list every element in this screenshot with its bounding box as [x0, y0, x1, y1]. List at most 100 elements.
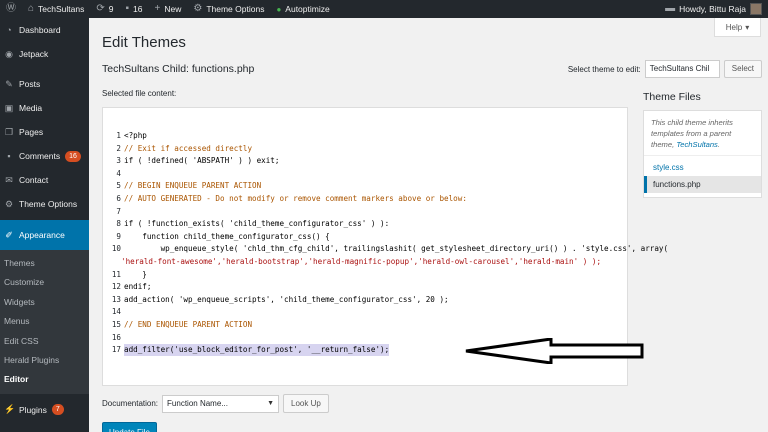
line-number: 16	[111, 332, 121, 342]
code-line[interactable]: 10 wp_enqueue_style( 'chld_thm_cfg_child…	[103, 243, 668, 255]
selected-file-label: Selected file content:	[102, 89, 177, 98]
arrow-annotation-icon	[465, 338, 644, 364]
code-line[interactable]: 9 function child_theme_configurator_css(…	[103, 231, 627, 243]
caret-down-icon: ▼	[267, 399, 275, 407]
autoptimize-link[interactable]: ● Autoptimize	[270, 0, 335, 18]
main-content: Help ▾ Edit Themes TechSultans Child: fun…	[89, 18, 768, 432]
mail-icon: ✉	[5, 174, 13, 185]
line-number: 11	[111, 269, 121, 279]
code-line[interactable]: 12 endif;	[103, 281, 627, 293]
function-name-select[interactable]: Function Name... ▼	[162, 394, 280, 413]
line-number: 15	[111, 320, 121, 329]
sidebar-item-pages[interactable]: ❐ Pages	[0, 120, 89, 144]
submenu-item-herald-plugins[interactable]: Herald Plugins	[0, 351, 89, 370]
caret-down-icon: ▾	[745, 22, 750, 32]
line-number: 5	[116, 181, 121, 191]
status-dot-icon: ●	[276, 4, 282, 14]
media-icon: ▣	[4, 102, 14, 113]
sidebar-item-appearance[interactable]: ✐ Appearance	[0, 220, 89, 250]
gear-icon: ⚙	[193, 3, 203, 14]
sidebar-item-media[interactable]: ▣ Media	[0, 96, 89, 120]
user-account-link[interactable]: ▬ Howdy, Bittu Raja	[659, 0, 768, 18]
line-number: 1	[116, 131, 121, 140]
theme-files-title: Theme Files	[643, 91, 701, 103]
code-line[interactable]: 2// Exit if accessed directly	[103, 143, 627, 155]
line-content: // Exit if accessed directly	[124, 143, 253, 153]
admin-sidebar: ◔ Dashboard ◉ Jetpack ✎ Posts ▣ Media ❐ Pages…	[0, 18, 89, 432]
theme-select[interactable]: TechSultans Chil	[644, 60, 720, 78]
page-title: Edit Themes	[102, 34, 186, 51]
plus-icon: +	[154, 3, 161, 14]
plugins-count-badge: 7	[51, 404, 64, 416]
code-line[interactable]: 5// BEGIN ENQUEUE PARENT ACTION	[103, 180, 627, 192]
gear-icon: ⚙	[4, 198, 14, 209]
submenu-item-edit-css[interactable]: Edit CSS	[0, 332, 89, 351]
brush-icon: ✐	[5, 229, 13, 240]
submenu-item-customize[interactable]: Customize	[0, 273, 89, 292]
code-line[interactable]: 3 if ( !defined( 'ABSPATH' ) ) exit;	[103, 155, 627, 167]
line-number: 14	[111, 307, 121, 317]
submenu-item-editor[interactable]: Editor	[0, 370, 89, 389]
documentation-label: Documentation:	[102, 399, 159, 408]
sidebar-item-comments[interactable]: ▪ Comments 16	[0, 144, 89, 168]
line-number: 6	[116, 194, 121, 203]
update-file-button[interactable]: Update File	[102, 422, 157, 432]
file-title: TechSultans Child: functions.php	[102, 63, 255, 75]
look-up-button[interactable]: Look Up	[283, 394, 329, 413]
code-line[interactable]: 13 add_action( 'wp_enqueue_scripts', 'chi…	[103, 294, 627, 306]
sidebar-item-theme-options[interactable]: ⚙ Theme Options	[0, 192, 89, 216]
line-number: 7	[116, 206, 121, 216]
line-content: }	[124, 269, 147, 279]
submenu-item-themes[interactable]: Themes	[0, 254, 89, 273]
wordpress-logo-icon[interactable]: Ⓦ	[0, 0, 22, 18]
theme-options-link[interactable]: ⚙ Theme Options	[187, 0, 270, 18]
code-line[interactable]: 1 <?php	[103, 130, 627, 142]
line-content: // BEGIN ENQUEUE PARENT ACTION	[124, 181, 262, 191]
file-link-functions-php[interactable]: functions.php	[644, 176, 761, 193]
select-theme-label: Select theme to edit:	[567, 64, 641, 74]
pin-icon: ✎	[5, 78, 13, 89]
select-theme-button[interactable]: Select	[723, 60, 762, 78]
avatar	[750, 3, 762, 15]
notification-icon: ▬	[665, 3, 676, 14]
line-number: 3	[116, 156, 121, 166]
line-content: 'herald-font-awesome','herald-bootstrap'…	[121, 257, 602, 266]
sidebar-item-plugins[interactable]: ⚡ Plugins 7	[0, 398, 89, 422]
submenu-item-menus[interactable]: Menus	[0, 312, 89, 331]
code-line[interactable]: 7	[103, 206, 627, 218]
select-theme-form: Select theme to edit: TechSultans Chil S…	[568, 60, 762, 78]
code-line[interactable]: 14	[103, 306, 627, 318]
line-number: 17	[111, 345, 121, 355]
documentation-row: Documentation: Function Name... ▼ Look Up	[102, 394, 329, 413]
comments-count-badge: 16	[65, 150, 81, 162]
file-link-style-css[interactable]: style.css	[644, 159, 761, 176]
line-content: if ( !function_exists( 'child_theme_conf…	[124, 219, 390, 229]
submenu-item-widgets[interactable]: Widgets	[0, 293, 89, 312]
comments-link[interactable]: ▪ 16	[119, 0, 148, 18]
code-line[interactable]: 4	[103, 168, 627, 180]
line-number: 8	[116, 219, 121, 229]
child-theme-note: This child theme inherits templates from…	[644, 111, 761, 156]
help-tab-button[interactable]: Help ▾	[714, 18, 761, 37]
code-line[interactable]: 11 }	[103, 269, 627, 281]
site-name-link[interactable]: ⌂ TechSultans	[22, 0, 90, 18]
code-line[interactable]: 6// AUTO GENERATED - Do not modify or re…	[103, 193, 627, 205]
code-line[interactable]: 'herald-font-awesome','herald-bootstrap'…	[103, 256, 627, 268]
appearance-submenu: Themes Customize Widgets Menus Edit CSS …	[0, 250, 89, 394]
sidebar-item-jetpack[interactable]: ◉ Jetpack	[0, 42, 89, 66]
line-number: 9	[116, 231, 121, 241]
line-content: add_filter('use_block_editor_for_post', …	[124, 344, 390, 357]
sidebar-item-posts[interactable]: ✎ Posts	[0, 72, 89, 96]
refresh-icon: ⟳	[96, 3, 105, 14]
code-line[interactable]: 15// END ENQUEUE PARENT ACTION	[103, 319, 627, 331]
code-line[interactable]: 8 if ( !function_exists( 'child_theme_con…	[103, 218, 627, 230]
line-content: endif;	[124, 282, 152, 292]
new-content-link[interactable]: + New	[149, 0, 188, 18]
theme-files-list: This child theme inherits templates from…	[643, 110, 762, 198]
parent-theme-link[interactable]: TechSultans	[676, 140, 718, 149]
line-content: if ( !defined( 'ABSPATH' ) ) exit;	[124, 156, 280, 166]
sidebar-item-contact[interactable]: ✉ Contact	[0, 168, 89, 192]
updates-link[interactable]: ⟳ 9	[90, 0, 119, 18]
line-content: // END ENQUEUE PARENT ACTION	[124, 320, 253, 329]
sidebar-item-dashboard[interactable]: ◔ Dashboard	[0, 18, 89, 42]
